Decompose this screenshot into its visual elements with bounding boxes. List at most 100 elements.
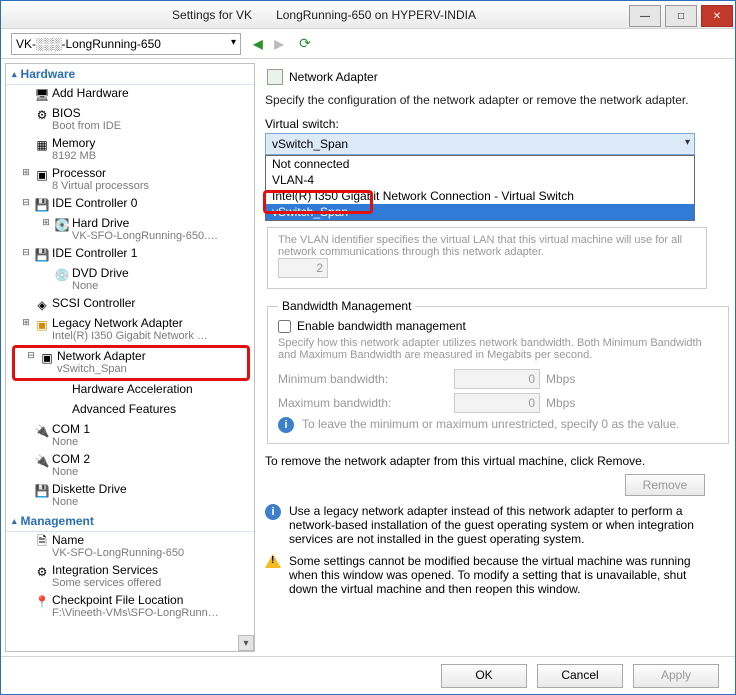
scsi-icon: ◈ <box>34 297 50 313</box>
vm-selector-value: VK-░░░-LongRunning-650 <box>16 37 161 51</box>
sidebar-item-legacy-adapter[interactable]: ⊞▣ Legacy Network AdapterIntel(R) I350 G… <box>6 315 254 345</box>
virtual-switch-label: Virtual switch: <box>265 117 725 131</box>
settings-window: Settings for VK LongRunning-650 on HYPER… <box>0 0 736 695</box>
toolbar: VK-░░░-LongRunning-650 ▾ ◀ ▶ ⟳ <box>1 29 735 59</box>
add-hardware-icon: 🖥 <box>34 87 50 103</box>
name-icon: 🗎 <box>34 534 50 550</box>
legacy-nic-icon: ▣ <box>34 317 50 333</box>
selected-item-highlight: ⊟▣ Network AdaptervSwitch_Span <box>12 345 250 381</box>
vs-option-vswitch-span[interactable]: vSwitch_Span <box>266 204 694 220</box>
vm-selector-combo[interactable]: VK-░░░-LongRunning-650 ▾ <box>11 33 241 55</box>
collapse-icon: ▴ <box>12 516 17 527</box>
com-port-icon: 🔌 <box>34 423 50 439</box>
enable-bandwidth-checkbox[interactable] <box>278 320 291 333</box>
nic-icon <box>267 69 283 85</box>
minimize-button[interactable]: — <box>629 5 661 27</box>
management-section-header[interactable]: ▴ Management <box>6 511 254 532</box>
diskette-icon: 💾 <box>34 483 50 499</box>
enable-bandwidth-label: Enable bandwidth management <box>297 319 466 333</box>
sidebar-item-hw-accel[interactable]: Hardware Acceleration <box>6 381 254 401</box>
vlan-description: The VLAN identifier specifies the virtua… <box>278 234 696 258</box>
vs-option-intel[interactable]: Intel(R) I350 Gigabit Network Connection… <box>266 188 694 204</box>
refresh-button[interactable]: ⟳ <box>296 35 314 53</box>
virtual-switch-dropdown: Not connected VLAN-4 Intel(R) I350 Gigab… <box>265 155 695 221</box>
sidebar-item-checkpoint-location[interactable]: 📍 Checkpoint File LocationF:\Vineeth-VMs… <box>6 592 254 622</box>
dvd-icon: 💿 <box>54 267 70 283</box>
sidebar-item-scsi[interactable]: ◈ SCSI Controller <box>6 295 254 315</box>
bios-icon: ⚙ <box>34 107 50 123</box>
sidebar: ▴ Hardware 🖥 Add Hardware ⚙ BIOSBoot fro… <box>5 63 255 652</box>
collapse-icon[interactable]: ⊟ <box>20 197 32 208</box>
sidebar-item-dvd[interactable]: 💿 DVD DriveNone <box>6 265 254 295</box>
virtual-switch-combo[interactable]: vSwitch_Span ▾ <box>265 133 695 155</box>
hard-drive-icon: 💽 <box>54 217 70 233</box>
processor-icon: ▣ <box>34 167 50 183</box>
controller-icon: 💾 <box>34 247 50 263</box>
warning-icon <box>265 554 281 568</box>
page-title: Network Adapter <box>289 70 378 84</box>
vs-option-not-connected[interactable]: Not connected <box>266 156 694 172</box>
collapse-icon[interactable]: ⊟ <box>25 350 37 361</box>
sidebar-item-name[interactable]: 🗎 NameVK-SFO-LongRunning-650 <box>6 532 254 562</box>
vs-option-vlan4[interactable]: VLAN-4 <box>266 172 694 188</box>
title-text-1: Settings for VK <box>172 8 252 22</box>
expand-icon[interactable]: ⊞ <box>40 217 52 228</box>
page-description: Specify the configuration of the network… <box>265 93 725 115</box>
min-bandwidth-label: Minimum bandwidth: <box>278 372 448 386</box>
info-icon: i <box>265 504 281 520</box>
sidebar-item-com2[interactable]: 🔌 COM 2None <box>6 451 254 481</box>
titlebar: Settings for VK LongRunning-650 on HYPER… <box>1 1 735 29</box>
max-bandwidth-input <box>454 393 540 413</box>
sidebar-item-memory[interactable]: ▦ Memory8192 MB <box>6 135 254 165</box>
virtual-switch-value: vSwitch_Span <box>272 137 348 151</box>
chevron-down-icon: ▾ <box>685 137 690 148</box>
title-text-2: LongRunning-650 on HYPERV-INDIA <box>276 8 476 22</box>
bandwidth-legend: Bandwidth Management <box>278 299 415 313</box>
sidebar-item-network-adapter[interactable]: ⊟▣ Network AdaptervSwitch_Span <box>17 348 245 378</box>
legacy-adapter-info: Use a legacy network adapter instead of … <box>289 504 705 546</box>
sidebar-item-com1[interactable]: 🔌 COM 1None <box>6 421 254 451</box>
nav-back-button[interactable]: ◀ <box>249 35 267 53</box>
vlan-id-input <box>278 258 328 278</box>
sidebar-item-add-hardware[interactable]: 🖥 Add Hardware <box>6 85 254 105</box>
min-bandwidth-input <box>454 369 540 389</box>
scroll-down-icon[interactable]: ▾ <box>238 635 254 651</box>
nav-forward-button[interactable]: ▶ <box>270 35 288 53</box>
cancel-button[interactable]: Cancel <box>537 664 623 688</box>
bandwidth-group: Bandwidth Management Enable bandwidth ma… <box>267 299 729 444</box>
checkpoint-icon: 📍 <box>34 594 50 610</box>
sidebar-item-ide0[interactable]: ⊟💾 IDE Controller 0 <box>6 195 254 215</box>
sidebar-item-processor[interactable]: ⊞▣ Processor8 Virtual processors <box>6 165 254 195</box>
sidebar-item-integration[interactable]: ⚙ Integration ServicesSome services offe… <box>6 562 254 592</box>
chevron-down-icon: ▾ <box>231 37 236 48</box>
vm-running-warning: Some settings cannot be modified because… <box>289 554 705 596</box>
hardware-section-header[interactable]: ▴ Hardware <box>6 64 254 85</box>
sidebar-item-diskette[interactable]: 💾 Diskette DriveNone <box>6 481 254 511</box>
sidebar-item-ide1[interactable]: ⊟💾 IDE Controller 1 <box>6 245 254 265</box>
mbps-unit: Mbps <box>546 396 575 410</box>
info-icon: i <box>278 417 294 433</box>
sidebar-item-bios[interactable]: ⚙ BIOSBoot from IDE <box>6 105 254 135</box>
dialog-footer: OK Cancel Apply <box>1 656 735 694</box>
main-panel: Network Adapter Specify the configuratio… <box>259 63 731 652</box>
integration-icon: ⚙ <box>34 564 50 580</box>
apply-button[interactable]: Apply <box>633 664 719 688</box>
collapse-icon: ▴ <box>12 69 17 80</box>
controller-icon: 💾 <box>34 197 50 213</box>
ok-button[interactable]: OK <box>441 664 527 688</box>
com-port-icon: 🔌 <box>34 453 50 469</box>
remove-button[interactable]: Remove <box>625 474 705 496</box>
collapse-icon[interactable]: ⊟ <box>20 247 32 258</box>
maximize-button[interactable]: □ <box>665 5 697 27</box>
close-button[interactable]: ✕ <box>701 5 733 27</box>
sidebar-item-hard-drive[interactable]: ⊞💽 Hard DriveVK-SFO-LongRunning-650.… <box>6 215 254 245</box>
memory-icon: ▦ <box>34 137 50 153</box>
max-bandwidth-label: Maximum bandwidth: <box>278 396 448 410</box>
mbps-unit: Mbps <box>546 372 575 386</box>
expand-icon[interactable]: ⊞ <box>20 317 32 328</box>
bandwidth-description: Specify how this network adapter utilize… <box>278 337 718 361</box>
sidebar-item-adv-features[interactable]: Advanced Features <box>6 401 254 421</box>
expand-icon[interactable]: ⊞ <box>20 167 32 178</box>
bandwidth-hint: To leave the minimum or maximum unrestri… <box>302 417 679 433</box>
vlan-id-group: The VLAN identifier specifies the virtua… <box>267 227 707 289</box>
